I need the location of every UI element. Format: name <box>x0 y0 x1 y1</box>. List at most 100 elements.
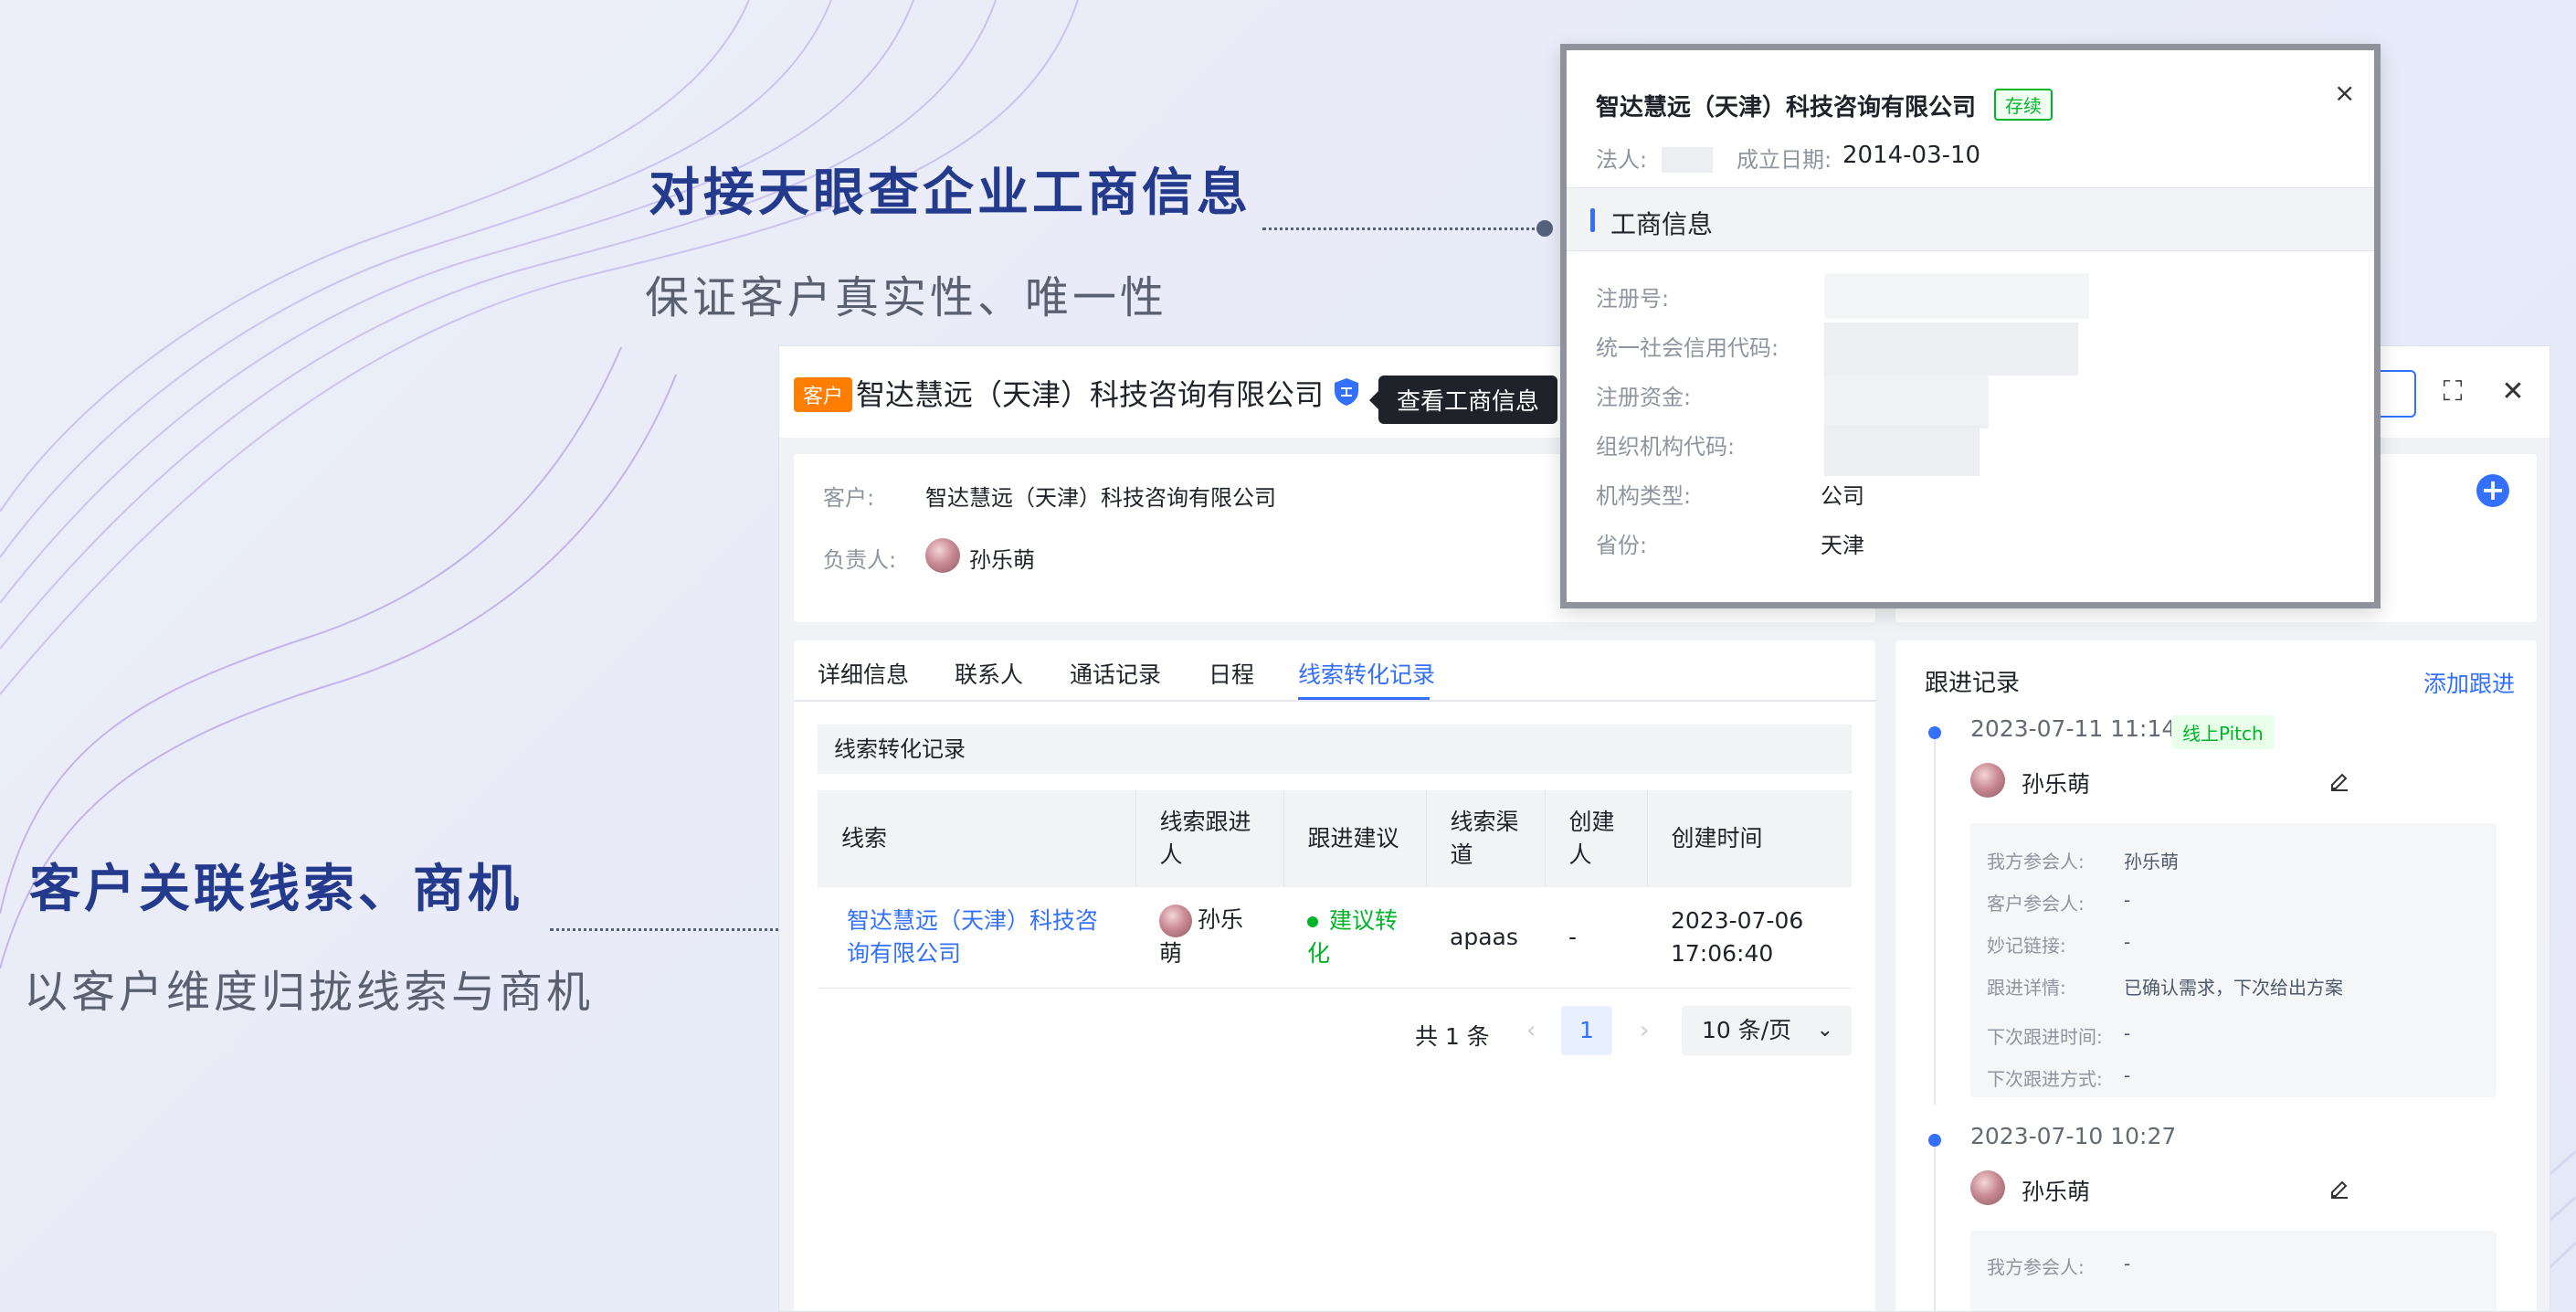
connector-bottom <box>550 928 808 931</box>
follower-avatar <box>1159 905 1192 938</box>
field-label: 注册资金: <box>1596 385 1692 410</box>
customer-label: 客户: <box>823 485 875 511</box>
detail-value: - <box>2124 1253 2131 1275</box>
chevron-down-icon: ⌄ <box>1816 1019 1833 1042</box>
field-label: 统一社会信用代码: <box>1596 335 1779 361</box>
follow-up-avatar <box>1970 1170 2005 1205</box>
owner-value: 孙乐萌 <box>969 547 1035 573</box>
col-advice: 跟进建议 <box>1283 790 1427 887</box>
next-page-icon[interactable]: › <box>1640 1017 1649 1044</box>
page-size-value: 10 条/页 <box>1702 1017 1792 1043</box>
follow-up-detail-box: 我方参会人: - <box>1970 1231 2497 1311</box>
detail-key: 我方参会人: <box>1987 1256 2085 1278</box>
close-icon[interactable]: ✕ <box>2495 374 2531 410</box>
timeline-dot <box>1928 1134 1941 1147</box>
popup-section-title: 工商信息 <box>1610 209 1714 239</box>
caption-top-title: 对接天眼查企业工商信息 <box>649 164 1251 223</box>
pager-total: 共 1 条 <box>1415 1023 1490 1050</box>
owner-avatar <box>925 538 960 573</box>
business-info-shield-icon[interactable] <box>1333 377 1360 407</box>
detail-key: 妙记链接: <box>1987 935 2066 957</box>
founded-label: 成立日期: <box>1737 147 1832 173</box>
fullscreen-icon[interactable]: ⛶ <box>2434 374 2471 410</box>
legal-person-redacted <box>1662 147 1713 173</box>
caption-top-subtitle: 保证客户真实性、唯一性 <box>645 272 1168 323</box>
detail-key: 我方参会人: <box>1987 851 2085 873</box>
col-created: 创建时间 <box>1647 790 1852 887</box>
edit-icon[interactable] <box>2328 1178 2350 1200</box>
customer-value: 智达慧远（天津）科技咨询有限公司 <box>925 485 1276 511</box>
detail-value: - <box>2124 1064 2131 1086</box>
detail-value: 孙乐萌 <box>2124 851 2179 873</box>
tab-details[interactable]: 详细信息 <box>818 657 909 690</box>
tab-lead-conversion[interactable]: 线索转化记录 <box>1298 657 1435 690</box>
redacted-value <box>1824 323 2078 376</box>
caption-bottom-subtitle: 以客户维度归拢线索与商机 <box>24 967 595 1018</box>
prev-page-icon[interactable]: ‹ <box>1526 1017 1536 1044</box>
table-row: 智达慧远（天津）科技咨询有限公司 孙乐萌 建议转化 apaas - 2023-0… <box>818 887 1852 989</box>
page-number-current[interactable]: 1 <box>1561 1006 1612 1055</box>
timeline-line <box>1934 735 1936 1105</box>
timeline-dot <box>1928 726 1941 739</box>
popup-close-icon[interactable]: × <box>2334 78 2355 108</box>
detail-value: - <box>2124 889 2131 911</box>
section-title: 线索转化记录 <box>818 725 1852 774</box>
legal-person-label: 法人: <box>1596 147 1648 173</box>
follow-up-user: 孙乐萌 <box>2022 1179 2091 1205</box>
business-info-tooltip: 查看工商信息 <box>1368 376 1558 424</box>
detail-value: - <box>2124 1022 2131 1044</box>
timeline-line <box>1934 1147 1936 1311</box>
business-info-popup: 智达慧远（天津）科技咨询有限公司 存续 × 法人: 成立日期: 2014-03-… <box>1560 44 2381 608</box>
page-size-select[interactable]: 10 条/页 ⌄ <box>1682 1006 1852 1055</box>
created-time: 2023-07-06 17:06:40 <box>1671 906 1804 967</box>
tab-call-records[interactable]: 通话记录 <box>1070 657 1161 690</box>
lead-table: 线索 线索跟进人 跟进建议 线索渠道 创建人 创建时间 智达慧远（天津）科技咨询… <box>818 790 1852 989</box>
popup-status-badge: 存续 <box>1994 89 2053 121</box>
redacted-value <box>1824 425 1980 476</box>
follow-up-time: 2023-07-11 11:14 <box>1970 715 2177 742</box>
founded-value: 2014-03-10 <box>1842 142 1981 169</box>
creator-text: - <box>1568 923 1578 950</box>
col-lead: 线索 <box>818 790 1136 887</box>
follow-up-card: 跟进记录 添加跟进 2023-07-11 11:14 线上Pitch 孙乐萌 我… <box>1895 640 2537 1311</box>
add-icon[interactable]: + <box>2476 474 2509 507</box>
advice-status-dot <box>1307 915 1318 927</box>
detail-value: - <box>2124 931 2131 953</box>
redacted-value <box>1824 273 2089 319</box>
lead-link[interactable]: 智达慧远（天津）科技咨询有限公司 <box>847 907 1098 967</box>
org-type-value: 公司 <box>1821 483 1864 509</box>
detail-key: 客户参会人: <box>1987 893 2085 915</box>
tab-schedule[interactable]: 日程 <box>1209 657 1254 690</box>
advice-text: 建议转化 <box>1307 906 1399 967</box>
field-label: 组织机构代码: <box>1596 434 1736 460</box>
col-creator: 创建人 <box>1545 790 1648 887</box>
follow-up-detail-box: 我方参会人: 孙乐萌 客户参会人: - 妙记链接: - 跟进详情: 已确认需求，… <box>1970 823 2497 1097</box>
popup-company-name: 智达慧远（天津）科技咨询有限公司 <box>1596 94 1977 122</box>
follow-up-title: 跟进记录 <box>1925 670 2021 697</box>
redacted-value <box>1824 376 1989 429</box>
tab-divider <box>794 700 1875 702</box>
tab-contacts[interactable]: 联系人 <box>955 657 1023 690</box>
connector-top <box>1262 227 1542 230</box>
province-value: 天津 <box>1821 533 1864 558</box>
channel-text: apaas <box>1450 923 1518 950</box>
owner-label: 负责人: <box>823 547 897 573</box>
follow-up-time: 2023-07-10 10:27 <box>1970 1123 2177 1149</box>
follow-up-badge: 线上Pitch <box>2171 715 2275 749</box>
col-channel: 线索渠道 <box>1426 790 1546 887</box>
field-label: 机构类型: <box>1596 483 1692 509</box>
section-marker <box>1590 208 1595 232</box>
page-title: 智达慧远（天津）科技咨询有限公司 <box>856 377 1325 412</box>
connector-top-dot <box>1536 220 1553 237</box>
follow-up-user: 孙乐萌 <box>2022 771 2091 798</box>
col-follower: 线索跟进人 <box>1135 790 1284 887</box>
field-label: 省份: <box>1596 533 1648 558</box>
records-card: 详细信息 联系人 通话记录 日程 线索转化记录 线索转化记录 线索 线索跟进人 … <box>794 640 1875 1311</box>
caption-bottom-title: 客户关联线索、商机 <box>29 860 523 919</box>
table-header-row: 线索 线索跟进人 跟进建议 线索渠道 创建人 创建时间 <box>818 790 1852 887</box>
edit-icon[interactable] <box>2328 770 2350 792</box>
popup-section-header: 工商信息 <box>1567 187 2374 251</box>
detail-value: 已确认需求，下次给出方案 <box>2124 977 2343 999</box>
follow-up-avatar <box>1970 763 2005 798</box>
add-follow-up-link[interactable]: 添加跟进 <box>2423 666 2515 699</box>
